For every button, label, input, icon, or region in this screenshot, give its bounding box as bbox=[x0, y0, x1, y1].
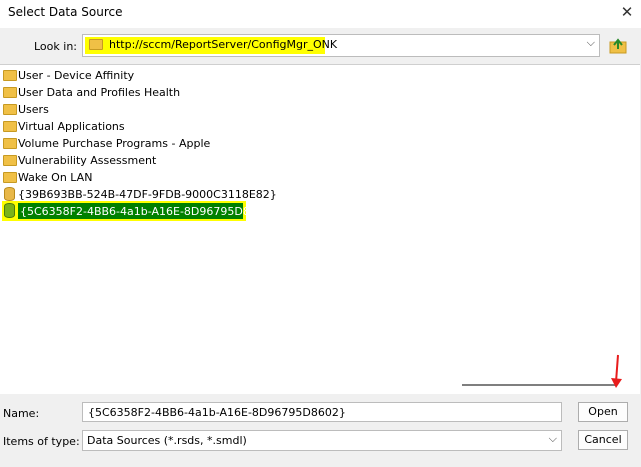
item-label: User - Device Affinity bbox=[18, 69, 135, 82]
item-label: Vulnerability Assessment bbox=[18, 154, 157, 167]
item-label: Wake On LAN bbox=[18, 171, 93, 184]
name-input[interactable]: {5C6358F2-4BB6-4a1b-A16E-8D96795D8602} bbox=[82, 402, 562, 422]
red-arrow-annotation-icon bbox=[611, 354, 622, 388]
name-value: {5C6358F2-4BB6-4a1b-A16E-8D96795D8602} bbox=[88, 406, 346, 419]
folder-icon bbox=[3, 87, 17, 98]
folder-icon bbox=[3, 138, 17, 149]
window-title: Select Data Source bbox=[8, 5, 123, 19]
file-list[interactable]: User - Device Affinity User Data and Pro… bbox=[0, 64, 640, 394]
folder-icon bbox=[89, 39, 103, 50]
chevron-down-icon[interactable]: ⌵ bbox=[549, 432, 557, 446]
item-label: Virtual Applications bbox=[18, 120, 125, 133]
item-label: {5C6358F2-4BB6-4a1b-A16E-8D96795D8602} bbox=[20, 205, 278, 218]
name-label: Name: bbox=[3, 407, 40, 420]
open-button[interactable]: Open bbox=[578, 402, 628, 422]
folder-icon bbox=[3, 70, 17, 81]
item-label: {39B693BB-524B-47DF-9FDB-9000C3118E82} bbox=[18, 188, 277, 201]
item-label: Users bbox=[18, 103, 49, 116]
folder-icon bbox=[3, 121, 17, 132]
cancel-button[interactable]: Cancel bbox=[578, 430, 628, 450]
items-of-type-value: Data Sources (*.rsds, *.smdl) bbox=[87, 434, 247, 447]
look-in-dropdown[interactable]: http://sccm/ReportServer/ConfigMgr_ONK ⌵ bbox=[82, 34, 600, 57]
horizontal-scrollbar[interactable] bbox=[462, 384, 617, 386]
item-label: User Data and Profiles Health bbox=[18, 86, 181, 99]
look-in-label: Look in: bbox=[34, 40, 77, 53]
items-of-type-label: Items of type: bbox=[3, 435, 80, 448]
chevron-down-icon[interactable]: ⌵ bbox=[587, 36, 595, 50]
title-bar: Select Data Source ✕ bbox=[0, 0, 641, 28]
close-icon[interactable]: ✕ bbox=[617, 2, 637, 22]
items-of-type-dropdown[interactable]: Data Sources (*.rsds, *.smdl) ⌵ bbox=[82, 430, 562, 451]
look-in-value: http://sccm/ReportServer/ConfigMgr_ONK bbox=[109, 38, 338, 51]
folder-icon bbox=[3, 155, 17, 166]
folder-icon bbox=[3, 104, 17, 115]
item-label: Volume Purchase Programs - Apple bbox=[18, 137, 211, 150]
folder-icon bbox=[3, 172, 17, 183]
data-source-icon bbox=[4, 203, 15, 218]
up-one-level-icon[interactable] bbox=[608, 35, 630, 55]
data-source-icon bbox=[4, 187, 15, 201]
